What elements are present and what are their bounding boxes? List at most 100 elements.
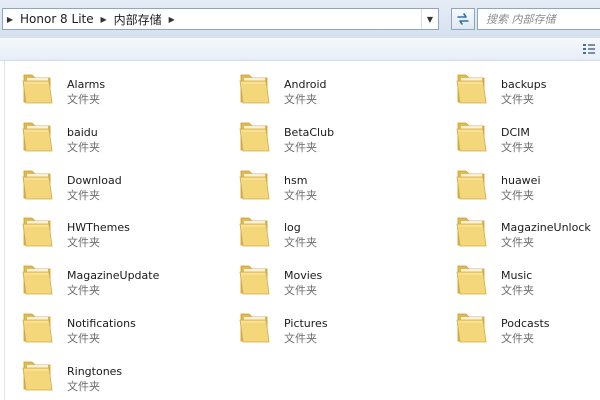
view-options-button[interactable] bbox=[580, 41, 598, 57]
breadcrumb-end-chevron-icon[interactable]: ▶ bbox=[165, 15, 179, 24]
folder-item-movies[interactable]: Movies 文件夹 bbox=[235, 260, 452, 308]
folder-item-download[interactable]: Download 文件夹 bbox=[18, 165, 235, 213]
folder-text: backups 文件夹 bbox=[501, 69, 547, 107]
folder-name: Movies bbox=[284, 269, 323, 283]
folder-text: MagazineUnlock 文件夹 bbox=[501, 212, 591, 250]
folder-type: 文件夹 bbox=[501, 331, 534, 345]
folder-text: Android 文件夹 bbox=[284, 69, 327, 107]
folder-type: 文件夹 bbox=[67, 331, 100, 345]
folder-icon bbox=[239, 122, 270, 152]
folder-name: BetaClub bbox=[284, 125, 335, 139]
folder-text: Movies 文件夹 bbox=[284, 260, 322, 298]
folder-icon bbox=[239, 74, 270, 104]
explorer-window: ▶ Honor 8 Lite ▶ 内部存储 ▶ ▼ 搜索 内部存储 Alarms… bbox=[0, 0, 600, 400]
folder-icon bbox=[239, 217, 270, 247]
folder-name: Pictures bbox=[284, 316, 328, 330]
folder-type: 文件夹 bbox=[501, 284, 534, 298]
folder-icon bbox=[22, 313, 53, 343]
folder-name: MagazineUpdate bbox=[67, 269, 160, 283]
folder-text: Podcasts 文件夹 bbox=[501, 308, 550, 346]
breadcrumb-device[interactable]: Honor 8 Lite bbox=[17, 12, 97, 26]
folder-name: Alarms bbox=[67, 78, 106, 91]
folder-icon bbox=[22, 170, 53, 199]
folder-type: 文件夹 bbox=[284, 140, 317, 154]
folder-icon bbox=[456, 217, 487, 247]
folder-item-ringtones[interactable]: Ringtones 文件夹 bbox=[18, 356, 235, 400]
folder-name: Android bbox=[284, 78, 327, 91]
folder-item-pictures[interactable]: Pictures 文件夹 bbox=[235, 308, 452, 356]
folder-type: 文件夹 bbox=[501, 236, 534, 250]
address-bar[interactable]: ▶ Honor 8 Lite ▶ 内部存储 ▶ ▼ bbox=[2, 8, 439, 30]
refresh-icon bbox=[457, 13, 469, 25]
folder-icon bbox=[22, 122, 53, 152]
folder-name: Download bbox=[67, 173, 122, 187]
folder-name: baidu bbox=[67, 125, 98, 139]
folder-item-magazineunlock[interactable]: MagazineUnlock 文件夹 bbox=[452, 212, 600, 260]
folder-name: MagazineUnlock bbox=[501, 221, 591, 235]
folder-text: log 文件夹 bbox=[284, 212, 317, 250]
folder-type: 文件夹 bbox=[284, 331, 317, 345]
folder-text: BetaClub 文件夹 bbox=[284, 117, 334, 155]
breadcrumb-separator-icon[interactable]: ▶ bbox=[97, 15, 111, 24]
folder-type: 文件夹 bbox=[67, 379, 100, 393]
search-input[interactable]: 搜索 内部存储 bbox=[477, 8, 600, 30]
folder-icon bbox=[22, 217, 53, 247]
folder-text: Music 文件夹 bbox=[501, 260, 534, 298]
folder-item-baidu[interactable]: baidu 文件夹 bbox=[18, 117, 235, 165]
folder-name: HWThemes bbox=[67, 221, 130, 235]
folder-item-hwthemes[interactable]: HWThemes 文件夹 bbox=[18, 212, 235, 260]
folder-text: MagazineUpdate 文件夹 bbox=[67, 260, 159, 298]
folder-text: HWThemes 文件夹 bbox=[67, 212, 130, 250]
folder-name: backups bbox=[501, 78, 547, 91]
folder-item-huawei[interactable]: huawei 文件夹 bbox=[452, 165, 600, 213]
folder-name: log bbox=[284, 221, 301, 235]
folder-item-alarms[interactable]: Alarms 文件夹 bbox=[18, 69, 235, 117]
folder-item-hsm[interactable]: hsm 文件夹 bbox=[235, 165, 452, 213]
folder-icon bbox=[22, 74, 53, 104]
folder-type: 文件夹 bbox=[284, 284, 317, 298]
view-options-icon bbox=[583, 44, 595, 54]
folder-name: Music bbox=[501, 269, 533, 283]
folder-item-notifications[interactable]: Notifications 文件夹 bbox=[18, 308, 235, 356]
folder-icon bbox=[239, 170, 270, 199]
folder-text: baidu 文件夹 bbox=[67, 117, 100, 155]
folder-item-podcasts[interactable]: Podcasts 文件夹 bbox=[452, 308, 600, 356]
navigation-bar: ▶ Honor 8 Lite ▶ 内部存储 ▶ ▼ 搜索 内部存储 bbox=[0, 0, 600, 39]
folder-item-android[interactable]: Android 文件夹 bbox=[235, 69, 452, 117]
folder-icon bbox=[456, 122, 487, 152]
folder-type: 文件夹 bbox=[67, 284, 100, 298]
folder-type: 文件夹 bbox=[284, 236, 317, 250]
folder-item-magazineupdate[interactable]: MagazineUpdate 文件夹 bbox=[18, 260, 235, 308]
command-toolbar bbox=[0, 38, 600, 61]
folder-item-betaclub[interactable]: BetaClub 文件夹 bbox=[235, 117, 452, 165]
folder-name: Ringtones bbox=[67, 364, 123, 378]
folder-name: DCIM bbox=[501, 125, 530, 139]
address-history-dropdown-icon[interactable]: ▼ bbox=[421, 9, 438, 29]
file-list-view[interactable]: Alarms 文件夹 Android 文件夹 backups 文件夹 baidu… bbox=[0, 61, 600, 400]
folder-text: DCIM 文件夹 bbox=[501, 117, 534, 155]
folder-text: Alarms 文件夹 bbox=[67, 69, 105, 107]
folder-item-music[interactable]: Music 文件夹 bbox=[452, 260, 600, 308]
folder-item-dcim[interactable]: DCIM 文件夹 bbox=[452, 117, 600, 165]
folder-type: 文件夹 bbox=[67, 140, 100, 154]
breadcrumb-root-chevron-icon[interactable]: ▶ bbox=[3, 15, 17, 24]
folder-icon bbox=[22, 361, 53, 391]
folder-text: huawei 文件夹 bbox=[501, 165, 541, 203]
folder-icon bbox=[456, 313, 487, 343]
folder-name: Notifications bbox=[67, 316, 136, 330]
folder-icon bbox=[239, 265, 270, 295]
folder-text: Ringtones 文件夹 bbox=[67, 356, 122, 394]
folder-type: 文件夹 bbox=[284, 93, 317, 106]
folder-text: hsm 文件夹 bbox=[284, 165, 317, 203]
folder-item-backups[interactable]: backups 文件夹 bbox=[452, 69, 600, 117]
folder-icon bbox=[456, 170, 487, 199]
folder-icon bbox=[22, 265, 53, 295]
folder-name: huawei bbox=[501, 173, 541, 187]
folder-type: 文件夹 bbox=[501, 188, 534, 202]
folder-item-log[interactable]: log 文件夹 bbox=[235, 212, 452, 260]
folder-type: 文件夹 bbox=[67, 236, 100, 250]
breadcrumb-internal-storage[interactable]: 内部存储 bbox=[111, 11, 165, 28]
folder-text: Download 文件夹 bbox=[67, 165, 122, 203]
folder-icon bbox=[239, 313, 270, 343]
refresh-button[interactable] bbox=[451, 8, 475, 30]
